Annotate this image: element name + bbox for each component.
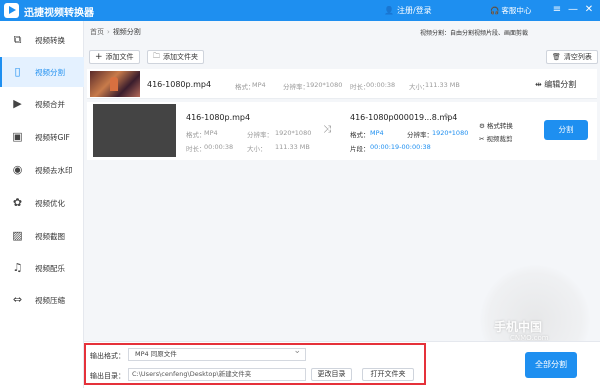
menu-icon[interactable]: ≡ (550, 3, 564, 17)
output-resolution-label: 分辨率： (407, 131, 433, 139)
add-file-label: 添加文件 (105, 53, 134, 61)
size-label: 大小： (247, 145, 267, 153)
sidebar-item-screenshot[interactable]: ▨ 视频截图 (0, 221, 84, 251)
breadcrumb-separator: › (107, 28, 110, 36)
video-thumbnail (90, 71, 140, 97)
duration-value: 00:00:38 (204, 143, 234, 151)
breadcrumb-current: 视频分割 (112, 28, 141, 36)
close-icon[interactable]: ✕ (582, 3, 596, 17)
size-value: 111.33 MB (275, 143, 310, 151)
watermark-text: 手机中国 (494, 320, 543, 334)
format-value: MP4 (204, 129, 218, 137)
output-format-label: 格式： (350, 131, 370, 139)
app-title: 迅捷视频转换器 (24, 8, 94, 19)
sidebar-item-label: 视频优化 (35, 198, 65, 208)
add-folder-label: 添加文件夹 (163, 53, 198, 61)
screenshot-icon: ▨ (12, 229, 23, 242)
format-convert-label: 格式转换 (486, 122, 513, 130)
video-crop-label: 视频裁剪 (486, 135, 513, 143)
breadcrumb-home[interactable]: 首页 (90, 28, 104, 36)
sidebar-item-label: 视频合并 (35, 99, 65, 109)
add-file-button[interactable]: + 添加文件 (89, 50, 140, 64)
file-row[interactable]: 416-1080p.mp4 格式： MP4 分辨率： 1920*1080 时长：… (87, 69, 597, 99)
edit-split-label: 编辑分割 (544, 80, 577, 89)
format-label: 格式： (186, 131, 206, 139)
video-thumbnail (93, 104, 176, 157)
folder-icon: 🗀 (153, 51, 160, 60)
resolution-value: 1920*1080 (306, 81, 343, 89)
video-merge-icon: ▶ (13, 97, 22, 110)
login-link[interactable]: 👤 注册/登录 (384, 5, 432, 16)
source-file-name: 416-1080p.mp4 (186, 113, 251, 122)
open-folder-button[interactable]: 打开文件夹 (362, 368, 414, 381)
sidebar-item-compress[interactable]: ⇔ 视频压缩 (0, 285, 84, 315)
sidebar-item-label: 视频截图 (35, 231, 65, 241)
gear-icon: ⚙ (479, 122, 485, 130)
compress-icon: ⇔ (12, 293, 23, 306)
add-folder-button[interactable]: 🗀 添加文件夹 (147, 50, 204, 64)
rename-pencil-icon[interactable]: ✎ (444, 112, 451, 121)
user-icon: 👤 (384, 6, 394, 15)
minimize-icon[interactable]: — (566, 3, 580, 17)
output-resolution-value: 1920*1080 (432, 129, 469, 137)
change-directory-button[interactable]: 更改目录 (311, 368, 352, 381)
title-bar: 迅捷视频转换器 👤 注册/登录 🎧 客服中心 ≡ — ✕ (0, 0, 600, 21)
app-logo-icon (4, 3, 19, 18)
shuffle-arrow-icon: ⤨ (323, 124, 331, 135)
format-value: MP4 (252, 81, 266, 89)
sidebar-item-label: 视频转换 (35, 35, 65, 45)
sidebar: ⧉ 视频转换 ▯ 视频分割 ▶ 视频合并 ▣ 视频转GIF ◉ 视频去水印 ✿ … (0, 21, 84, 388)
segment-range: 00:00:19-00:00:38 (370, 143, 431, 151)
sidebar-item-label: 视频转GIF (35, 132, 70, 142)
clear-list-button[interactable]: 🗑 清空列表 (546, 50, 598, 64)
video-convert-icon: ⧉ (13, 33, 22, 46)
page-hint: 视频分割：自由分割视频片段、画面剪裁 (420, 30, 529, 37)
output-format-label: 输出格式： (90, 352, 125, 360)
sidebar-item-video-merge[interactable]: ▶ 视频合并 (0, 89, 84, 119)
scissors-icon: ⇹ (535, 80, 542, 89)
service-center-link[interactable]: 🎧 客服中心 (490, 5, 531, 16)
watermark-remove-icon: ◉ (12, 163, 23, 176)
sidebar-item-music[interactable]: ♫ 视频配乐 (0, 253, 84, 283)
video-optimize-icon: ✿ (12, 196, 23, 209)
sidebar-item-label: 视频去水印 (35, 165, 73, 175)
breadcrumb: 首页 › 视频分割 (90, 27, 141, 37)
music-icon: ♫ (12, 261, 23, 274)
resolution-value: 1920*1080 (275, 129, 312, 137)
sidebar-item-video-split[interactable]: ▯ 视频分割 (0, 57, 84, 87)
sidebar-item-video-convert[interactable]: ⧉ 视频转换 (0, 25, 84, 55)
edit-split-button[interactable]: ⇹ 编辑分割 (535, 79, 576, 90)
sidebar-item-video-gif[interactable]: ▣ 视频转GIF (0, 122, 84, 152)
output-format-select[interactable]: MP4 同原文件 (128, 346, 306, 361)
sidebar-item-video-optimize[interactable]: ✿ 视频优化 (0, 188, 84, 218)
resolution-label: 分辨率： (247, 131, 273, 139)
split-all-button[interactable]: 全部分割 (525, 352, 577, 378)
output-directory-label: 输出目录： (90, 372, 125, 380)
sidebar-item-label: 视频配乐 (35, 263, 65, 273)
trash-icon: 🗑 (552, 53, 561, 61)
plus-icon: + (95, 52, 103, 62)
output-directory-field[interactable]: C:\Users\cenfeng\Desktop\新建文件夹 (128, 368, 306, 381)
output-file-name: 416-1080p000019...8.mp4 (350, 113, 458, 122)
video-split-icon: ▯ (14, 65, 21, 78)
split-button[interactable]: 分割 (544, 120, 588, 140)
size-value: 111.33 MB (425, 81, 460, 89)
sidebar-item-label: 视频分割 (35, 67, 65, 77)
headset-icon: 🎧 (490, 6, 500, 15)
segment-label: 片段： (350, 145, 370, 153)
video-crop-button[interactable]: ✂ 视频裁剪 (479, 133, 513, 143)
clear-list-label: 清空列表 (563, 53, 592, 61)
service-label: 客服中心 (501, 6, 532, 15)
sidebar-item-watermark-remove[interactable]: ◉ 视频去水印 (0, 155, 84, 185)
segment-row[interactable]: 416-1080p.mp4 格式： MP4 分辨率： 1920*1080 时长：… (87, 102, 597, 160)
login-label: 注册/登录 (396, 6, 432, 15)
duration-value: 00:00:38 (366, 81, 396, 89)
scissors-icon: ✂ (479, 135, 485, 143)
format-convert-button[interactable]: ⚙ 格式转换 (479, 120, 513, 130)
file-name: 416-1080p.mp4 (147, 80, 212, 89)
output-format-value: MP4 (370, 129, 384, 137)
sidebar-item-label: 视频压缩 (35, 295, 65, 305)
video-gif-icon: ▣ (12, 130, 23, 143)
duration-label: 时长： (186, 145, 206, 153)
